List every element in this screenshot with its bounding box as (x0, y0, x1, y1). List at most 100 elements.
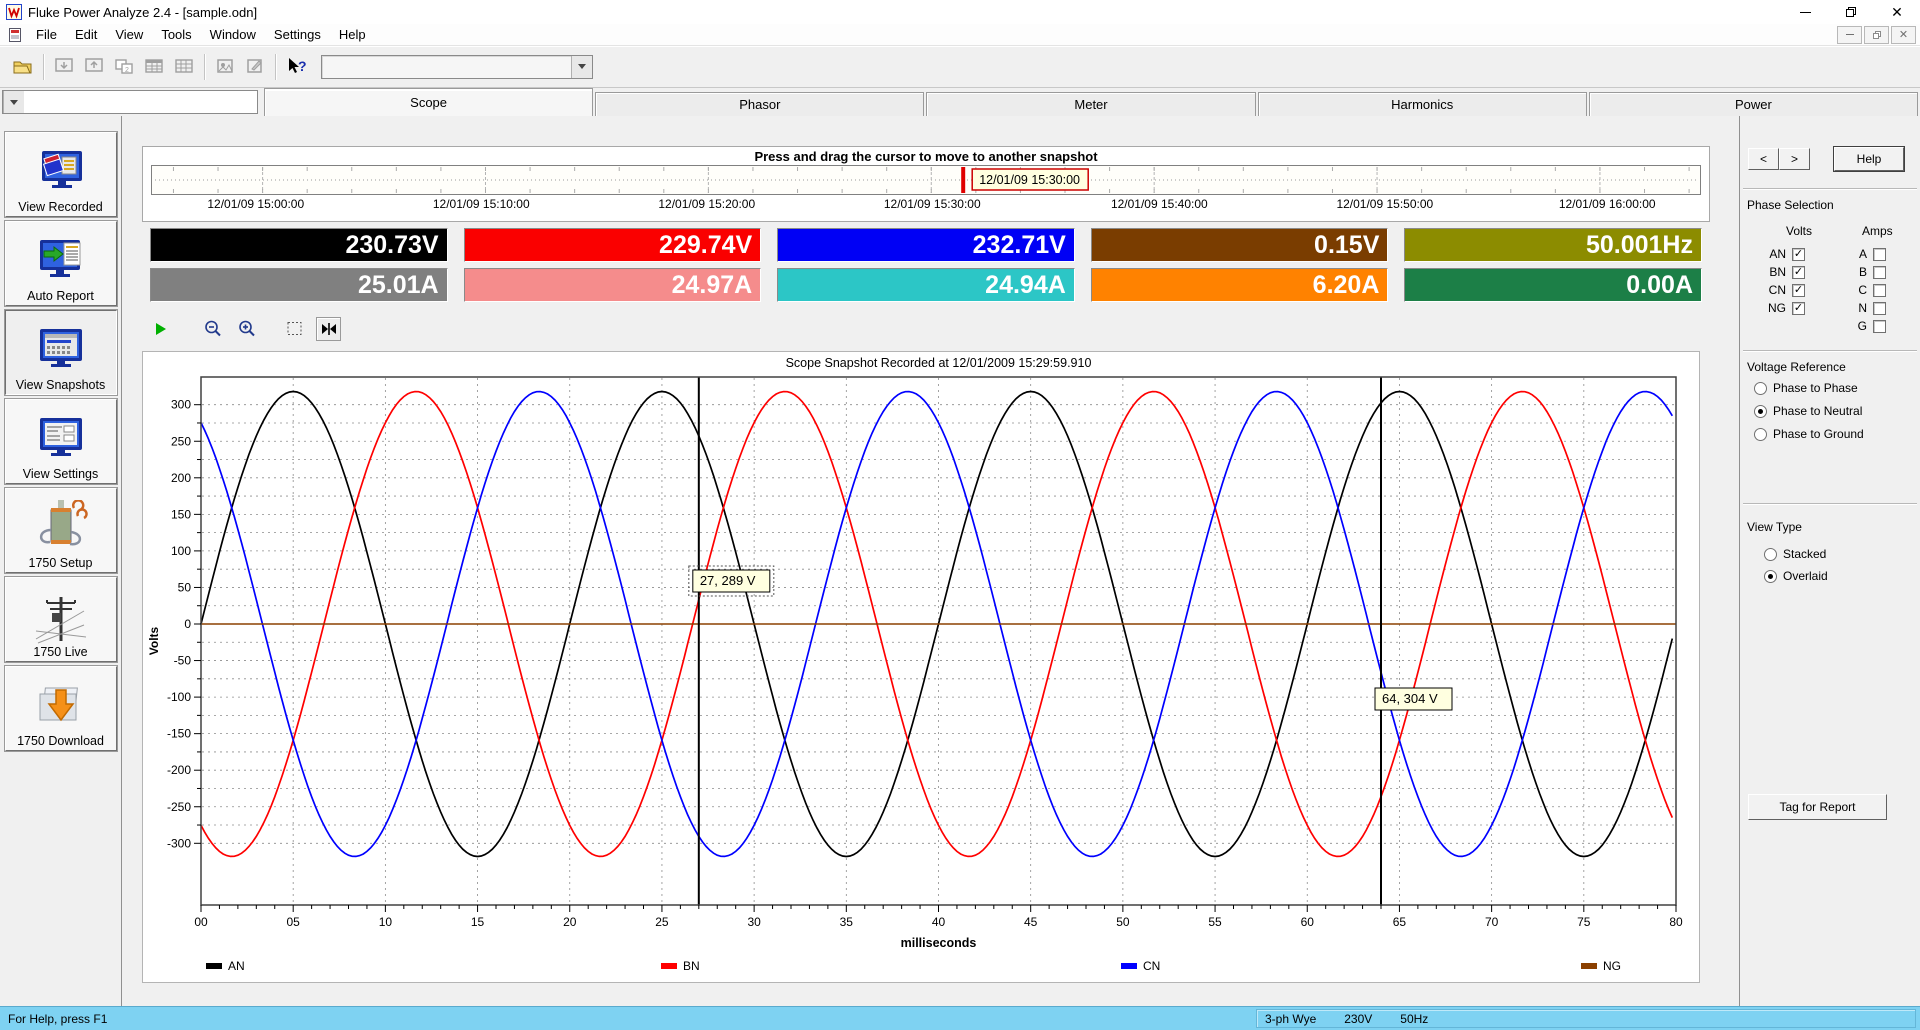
menu-file[interactable]: File (27, 24, 66, 45)
help-button[interactable]: Help (1834, 147, 1904, 171)
auto-report-button[interactable]: Auto Report (5, 221, 117, 306)
svg-text:55: 55 (1208, 915, 1222, 929)
report-icon (210, 53, 240, 81)
prev-snapshot-button[interactable]: < (1748, 148, 1779, 170)
legend-bn: BN (661, 959, 700, 973)
phase-to-ground-radio[interactable] (1754, 428, 1767, 441)
svg-text:50: 50 (1116, 915, 1130, 929)
view-snapshots-button[interactable]: View Snapshots (5, 310, 117, 395)
volts-header: Volts (1786, 224, 1812, 238)
volts-bn-checkbox[interactable] (1792, 266, 1805, 279)
menu-tools[interactable]: Tools (152, 24, 200, 45)
open-file-icon[interactable] (8, 53, 38, 81)
view-snapshots-icon (34, 326, 88, 378)
tab-meter[interactable]: Meter (926, 92, 1255, 116)
voltage-bn-value: 229.74V (464, 228, 762, 262)
scope-view: Press and drag the cursor to move to ano… (122, 116, 1739, 1006)
snap-cursor-icon (320, 322, 338, 336)
setup-1750-button[interactable]: 1750 Setup (5, 488, 117, 573)
current-a-value: 25.01A (150, 268, 448, 302)
snap-cursor-button[interactable] (316, 317, 341, 341)
play-button[interactable] (148, 317, 173, 341)
svg-text:milliseconds: milliseconds (901, 936, 977, 950)
timeline-ticks: 12/01/09 15:00:00 12/01/09 15:10:00 12/0… (143, 195, 1709, 213)
voltage-an-value: 230.73V (150, 228, 448, 262)
svg-text:2: 2 (125, 67, 129, 74)
next-snapshot-button[interactable]: > (1779, 148, 1810, 170)
minimize-button[interactable] (1782, 0, 1828, 24)
menu-edit[interactable]: Edit (66, 24, 106, 45)
svg-text:40: 40 (932, 915, 946, 929)
snapshot-timeline[interactable]: 12/01/09 15:30:00 (151, 165, 1701, 195)
timeline-tick: 12/01/09 15:50:00 (1336, 197, 1433, 211)
svg-text:25: 25 (655, 915, 669, 929)
amps-b-checkbox[interactable] (1873, 266, 1886, 279)
menu-settings[interactable]: Settings (265, 24, 330, 45)
overlaid-radio[interactable] (1764, 570, 1777, 583)
amps-c-checkbox[interactable] (1873, 284, 1886, 297)
scope-chart-panel: 27, 289 V64, 304 V-300-250-200-150-100-5… (142, 351, 1700, 983)
svg-text:100: 100 (171, 544, 191, 558)
amps-a-checkbox[interactable] (1873, 248, 1886, 261)
amps-n-checkbox[interactable] (1873, 302, 1886, 315)
phase-c-readout: 232.71V 24.94A (777, 228, 1075, 308)
status-frequency: 50Hz (1400, 1012, 1428, 1026)
combo-dropdown-icon[interactable] (3, 91, 24, 113)
download-1750-button[interactable]: 1750 Download (5, 666, 117, 751)
phase-selection-title: Phase Selection (1747, 198, 1834, 212)
phase-to-phase-radio[interactable] (1754, 382, 1767, 395)
combo-dropdown-icon[interactable] (571, 56, 592, 78)
compare-windows-icon: 2 (109, 53, 139, 81)
tab-harmonics[interactable]: Harmonics (1258, 92, 1587, 116)
frequency-readout: 50.001Hz 0.00A (1404, 228, 1702, 308)
tab-phasor[interactable]: Phasor (595, 92, 924, 116)
dataset-combobox[interactable] (2, 90, 258, 114)
voltage-ng-value: 0.15V (1091, 228, 1389, 262)
view-recorded-button[interactable]: View Recorded (5, 132, 117, 217)
status-help-text: For Help, press F1 (0, 1012, 107, 1026)
status-voltage: 230V (1344, 1012, 1372, 1026)
timeline-tick: 12/01/09 15:00:00 (207, 197, 304, 211)
summary-table-icon (139, 53, 169, 81)
svg-text:64, 304 V: 64, 304 V (1382, 691, 1438, 706)
mdi-close-button[interactable]: ✕ (1891, 26, 1916, 44)
legend-an: AN (206, 959, 245, 973)
context-help-icon[interactable]: ? (281, 53, 311, 81)
current-g-value: 0.00A (1404, 268, 1702, 302)
live-1750-button[interactable]: 1750 Live (5, 577, 117, 662)
toolbar-combobox[interactable] (321, 55, 593, 79)
legend-cn: CN (1121, 959, 1160, 973)
svg-text:150: 150 (171, 507, 191, 521)
voltage-cn-value: 232.71V (777, 228, 1075, 262)
zoom-out-icon (204, 320, 222, 338)
volts-an-checkbox[interactable] (1792, 248, 1805, 261)
tag-for-report-button[interactable]: Tag for Report (1748, 794, 1887, 820)
mdi-minimize-button[interactable] (1837, 26, 1862, 44)
volts-ng-checkbox[interactable] (1792, 302, 1805, 315)
menu-view[interactable]: View (106, 24, 152, 45)
stacked-radio[interactable] (1764, 548, 1777, 561)
spreadsheet-icon (169, 53, 199, 81)
tab-scope[interactable]: Scope (264, 88, 593, 116)
svg-text:200: 200 (171, 471, 191, 485)
zoom-out-button[interactable] (200, 317, 225, 341)
close-button[interactable]: ✕ (1874, 0, 1920, 24)
zoom-in-button[interactable] (234, 317, 259, 341)
svg-text:05: 05 (287, 915, 301, 929)
chart-legend: AN BN CN NG (143, 955, 1699, 981)
amps-g-checkbox[interactable] (1873, 320, 1886, 333)
svg-text:70: 70 (1485, 915, 1499, 929)
view-settings-button[interactable]: View Settings (5, 399, 117, 484)
menu-help[interactable]: Help (330, 24, 375, 45)
zoom-box-button[interactable] (282, 317, 307, 341)
svg-text:75: 75 (1577, 915, 1591, 929)
menu-window[interactable]: Window (201, 24, 265, 45)
volts-cn-checkbox[interactable] (1792, 284, 1805, 297)
tab-power[interactable]: Power (1589, 92, 1918, 116)
phase-to-neutral-radio[interactable] (1754, 405, 1767, 418)
svg-text:45: 45 (1024, 915, 1038, 929)
restore-button[interactable] (1828, 0, 1874, 24)
scope-chart[interactable]: 27, 289 V64, 304 V-300-250-200-150-100-5… (143, 352, 1699, 955)
mdi-restore-button[interactable] (1864, 26, 1889, 44)
svg-text:65: 65 (1393, 915, 1407, 929)
